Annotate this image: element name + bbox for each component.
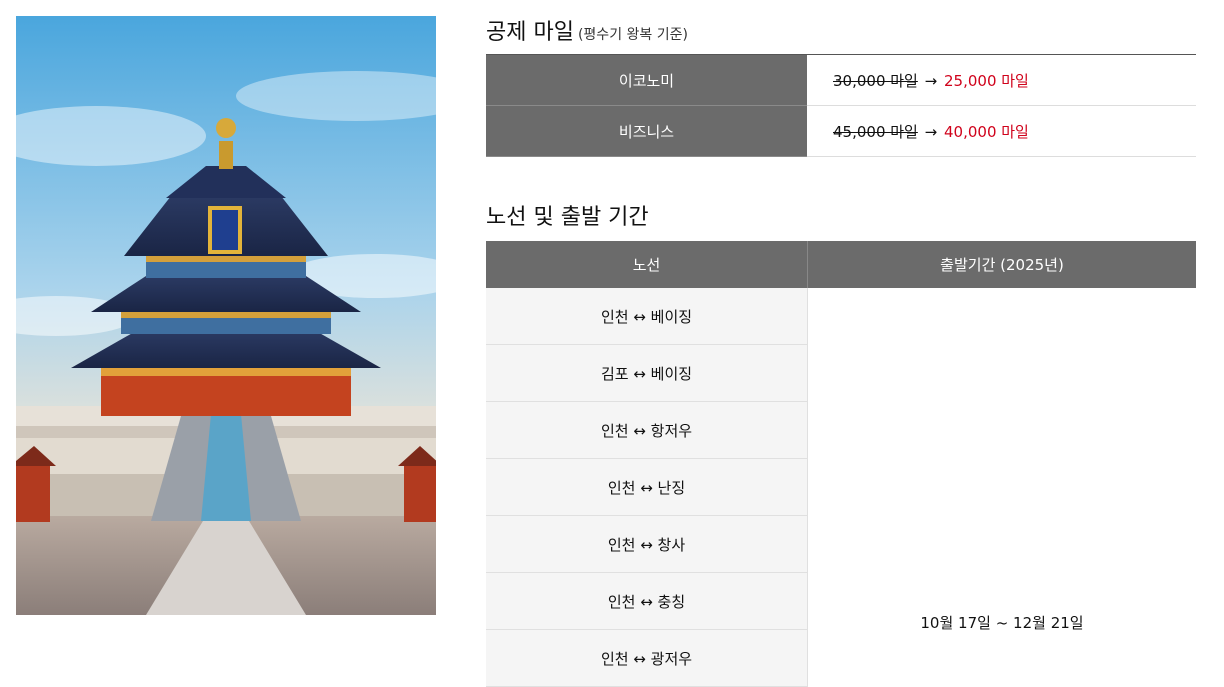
mileage-value: 30,000 마일 → 25,000 마일 — [807, 54, 1196, 106]
miles-subtitle: (평수기 왕복 기준) — [577, 27, 688, 43]
miles-title: 공제 마일 — [486, 20, 574, 45]
miles-row: 비즈니스 45,000 마일 → 40,000 마일 — [486, 105, 1196, 157]
route-name: 인천 ↔ 광저우 — [486, 629, 808, 687]
seat-class: 비즈니스 — [486, 105, 807, 157]
new-mileage: 40,000 마일 — [944, 122, 1029, 141]
old-mileage: 45,000 마일 — [833, 122, 918, 141]
mileage-value: 45,000 마일 → 40,000 마일 — [807, 105, 1196, 157]
routes-section-title: 노선 및 출발 기간 — [486, 205, 649, 230]
routes-table: 노선 출발기간 (2025년) 인천 ↔ 베이징 10월 17일 ~ 12월 21… — [486, 241, 1196, 687]
old-mileage: 30,000 마일 — [833, 71, 918, 90]
route-row: 인천 ↔ 베이징 10월 17일 ~ 12월 21일 — [486, 288, 1196, 632]
route-name: 인천 ↔ 충칭 — [486, 572, 808, 630]
miles-table: 이코노미 30,000 마일 → 25,000 마일 비즈니스 45,000 마일 →… — [486, 54, 1196, 157]
departure-period: 10월 17일 ~ 12월 21일 — [920, 614, 1084, 633]
temple-photo — [16, 16, 436, 615]
period-column-header: 출발기간 (2025년) — [807, 241, 1196, 288]
route-name: 인천 ↔ 베이징 — [486, 288, 808, 345]
route-name: 인천 ↔ 난징 — [486, 458, 808, 516]
miles-row: 이코노미 30,000 마일 → 25,000 마일 — [486, 54, 1196, 106]
new-mileage: 25,000 마일 — [944, 71, 1029, 90]
route-name: 인천 ↔ 항저우 — [486, 401, 808, 459]
arrow-icon: → — [924, 122, 938, 141]
route-name: 김포 ↔ 베이징 — [486, 344, 808, 402]
miles-section-title: 공제 마일 (평수기 왕복 기준) — [486, 14, 688, 46]
arrow-icon: → — [924, 71, 938, 90]
route-column-header: 노선 — [486, 241, 808, 288]
route-name: 인천 ↔ 창사 — [486, 515, 808, 573]
seat-class: 이코노미 — [486, 54, 807, 106]
